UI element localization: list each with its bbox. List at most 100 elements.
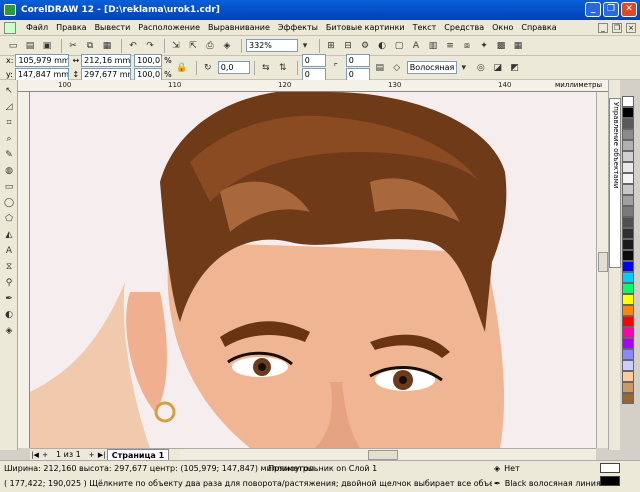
rotate-icon[interactable]: ↻ [201,61,215,75]
rotation-field[interactable]: 0,0 [217,61,250,74]
redo-icon[interactable]: ↷ [143,39,157,53]
scale-x-field[interactable]: 100,0 [134,54,163,67]
shape-tool-icon[interactable]: ◿ [2,100,16,114]
outline-width-select[interactable]: Волосяная [406,61,457,74]
to-front-icon[interactable]: ◪ [491,61,505,75]
palette-swatch[interactable] [622,371,634,382]
horizontal-ruler[interactable]: 100 110 120 130 140 миллиметры [18,80,608,92]
palette-swatch[interactable] [622,195,634,206]
snap-to-grid-icon[interactable]: ⊞ [324,39,338,53]
paste-icon[interactable]: ▦ [100,39,114,53]
document-icon[interactable] [4,21,16,34]
corner-radius-3[interactable]: 0 [345,54,370,67]
x-position-field[interactable]: 105,979 mm [15,54,70,67]
palette-swatch[interactable] [622,140,634,151]
menu-text[interactable]: Текст [409,23,441,32]
outline-tool-icon[interactable]: ✒ [2,292,16,306]
last-page-icon[interactable]: ▶| [97,451,107,459]
copy-icon[interactable]: ⧉ [83,39,97,53]
palette-swatch[interactable] [622,217,634,228]
interactive-blend-tool-icon[interactable]: ⧖ [2,260,16,274]
eyedropper-tool-icon[interactable]: ⚲ [2,276,16,290]
zoom-tool-icon[interactable]: ⌕ [2,132,16,146]
palette-swatch[interactable] [622,118,634,129]
vertical-ruler[interactable] [18,92,30,448]
palette-swatch[interactable] [622,283,634,294]
menu-bitmaps[interactable]: Битовые картинки [322,23,409,32]
outline-icon[interactable]: ▢ [392,39,406,53]
effects-icon[interactable]: ✦ [477,39,491,53]
import-icon[interactable]: ⇲ [169,39,183,53]
palette-swatch[interactable] [622,184,634,195]
doc-minimize-icon[interactable]: _ [598,22,608,33]
add-page-icon[interactable]: + [40,451,50,459]
cut-icon[interactable]: ✂ [66,39,80,53]
horizontal-scrollbar[interactable] [180,448,596,460]
basic-shapes-tool-icon[interactable]: ◭ [2,228,16,242]
palette-swatch[interactable] [622,250,634,261]
menu-arrange[interactable]: Выравнивание [204,23,274,32]
horizontal-scroll-thumb[interactable] [368,450,398,460]
arrange-icon[interactable]: ▥ [426,39,440,53]
vertical-scroll-thumb[interactable] [598,252,608,272]
portrait-illustration[interactable] [30,92,596,448]
palette-swatch[interactable] [622,349,634,360]
palette-swatch[interactable] [622,294,634,305]
to-back-icon[interactable]: ◩ [508,61,522,75]
align-icon[interactable]: ≡ [443,39,457,53]
launcher-icon[interactable]: ◈ [220,39,234,53]
palette-swatch[interactable] [622,338,634,349]
interactive-fill-tool-icon[interactable]: ◈ [2,324,16,338]
doc-restore-icon[interactable]: ❐ [612,22,622,33]
palette-swatch[interactable] [622,360,634,371]
palette-swatch[interactable] [622,107,634,118]
freehand-tool-icon[interactable]: ✎ [2,148,16,162]
export-icon[interactable]: ⇱ [186,39,200,53]
width-field[interactable]: 212,16 mm [81,54,132,67]
doc-close-icon[interactable]: × [626,22,636,33]
snap-to-guidelines-icon[interactable]: ⊟ [341,39,355,53]
mirror-horizontal-icon[interactable]: ⇆ [259,61,273,75]
mirror-vertical-icon[interactable]: ⇅ [276,61,290,75]
open-icon[interactable]: ▤ [23,39,37,53]
palette-swatch[interactable] [622,272,634,283]
palette-swatch[interactable] [622,129,634,140]
round-corners-lock-icon[interactable]: ⌜ [329,61,343,75]
print-icon[interactable]: ⎙ [203,39,217,53]
menu-tools[interactable]: Средства [440,23,488,32]
minimize-button[interactable]: _ [585,2,601,17]
first-page-icon[interactable]: |◀ [30,451,40,459]
palette-swatch[interactable] [622,173,634,184]
drawing-canvas[interactable] [30,92,596,448]
zoom-level-select[interactable]: 332% [246,39,298,52]
rectangle-tool-icon[interactable]: ▭ [2,180,16,194]
palette-swatch[interactable] [622,239,634,250]
undo-icon[interactable]: ↶ [126,39,140,53]
polygon-tool-icon[interactable]: ⬠ [2,212,16,226]
palette-swatch[interactable] [622,382,634,393]
grid-icon[interactable]: ▦ [511,39,525,53]
palette-swatch[interactable] [622,305,634,316]
options-icon[interactable]: ⚙ [358,39,372,53]
layers-icon[interactable]: ⧈ [460,39,474,53]
chevron-down-icon[interactable]: ▾ [457,61,471,75]
add-page-after-icon[interactable]: + [87,451,97,459]
vertical-scrollbar[interactable] [596,92,608,448]
outline-pen-icon[interactable]: ◇ [390,61,404,75]
close-button[interactable]: ✕ [621,2,637,17]
save-icon[interactable]: ▣ [40,39,54,53]
text-tool-icon[interactable]: A [409,39,423,53]
ellipse-tool-icon[interactable]: ◯ [2,196,16,210]
lock-ratio-icon[interactable]: 🔒 [175,61,189,75]
palette-swatch[interactable] [622,393,634,404]
palette-swatch[interactable] [622,151,634,162]
palette-swatch[interactable] [622,206,634,217]
bitmap-icon[interactable]: ▩ [494,39,508,53]
menu-view[interactable]: Вывести [91,23,135,32]
outline-swatch[interactable] [600,476,620,486]
palette-swatch[interactable] [622,327,634,338]
corner-radius-1[interactable]: 0 [301,54,326,67]
fill-swatch[interactable] [600,463,620,473]
palette-swatch[interactable] [622,261,634,272]
chevron-down-icon[interactable]: ▾ [298,39,312,53]
